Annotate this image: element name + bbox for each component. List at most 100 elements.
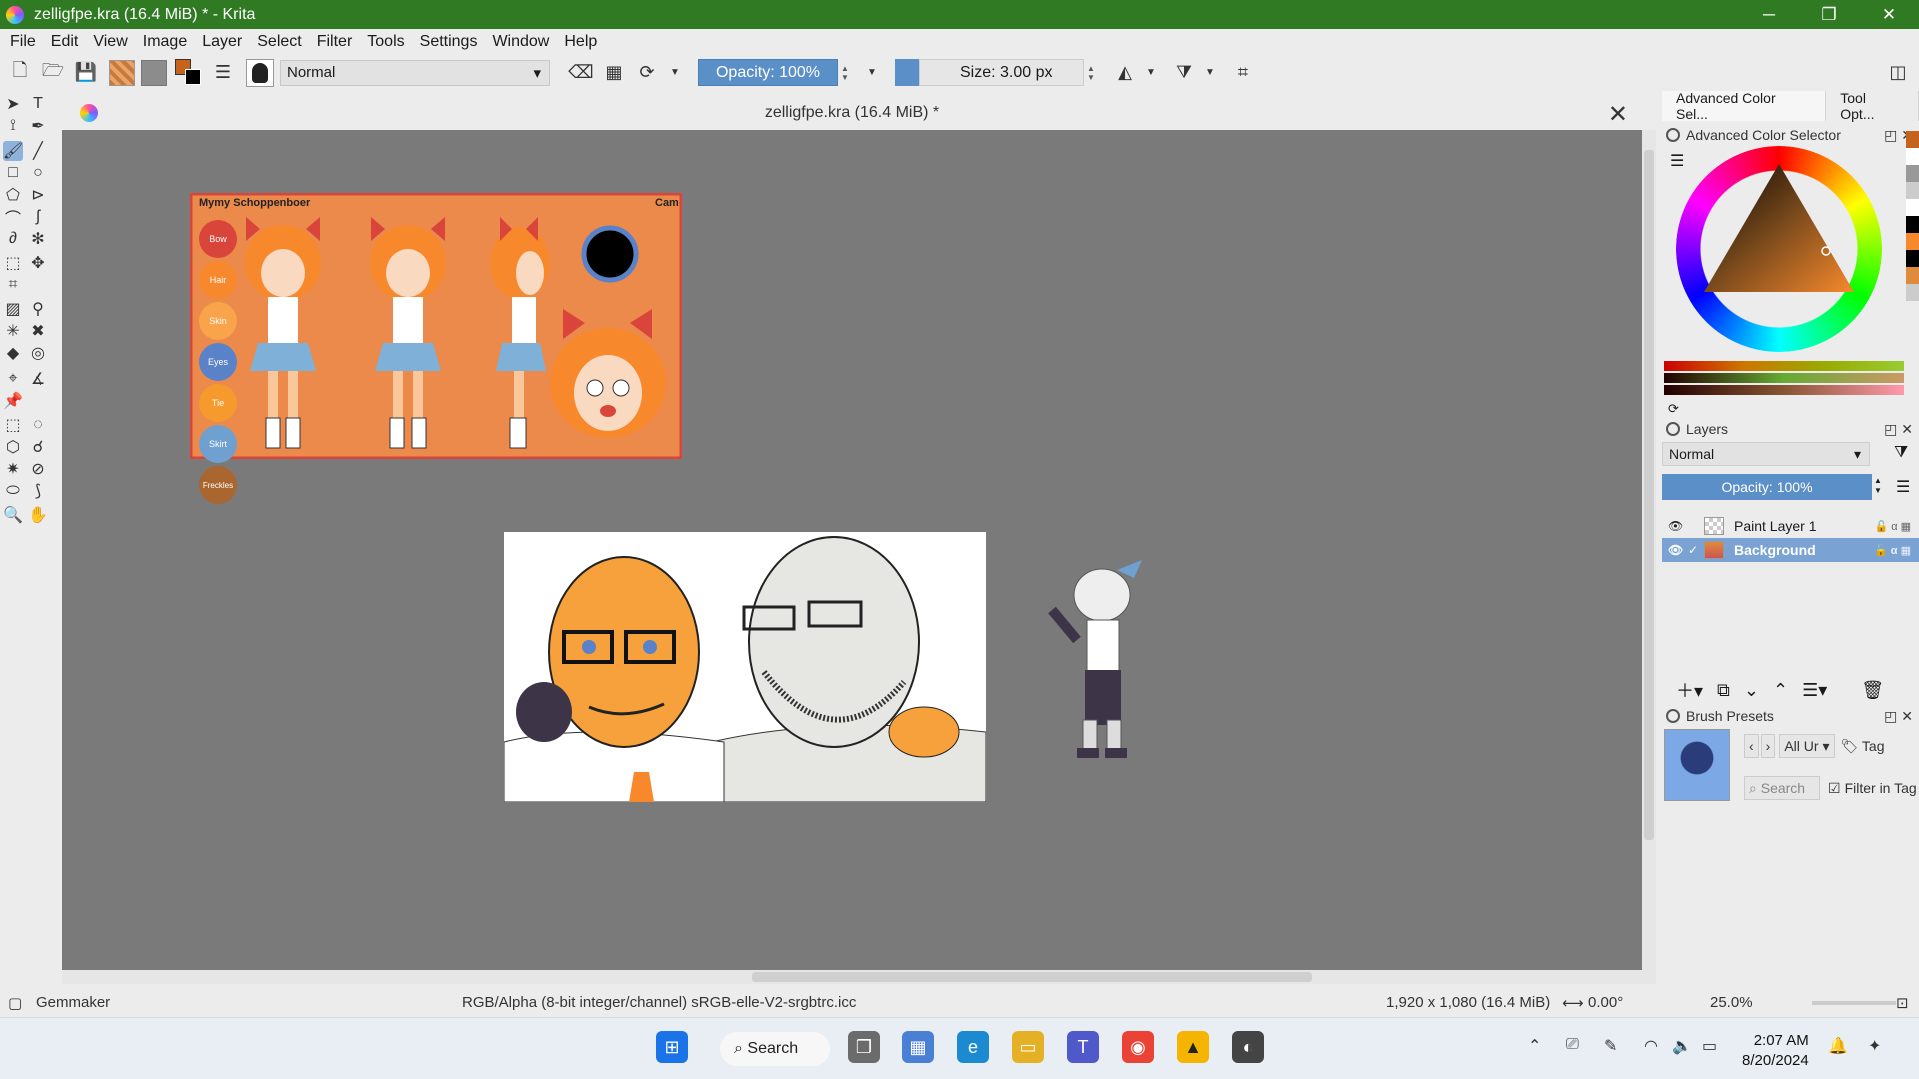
eraser-icon[interactable]: ⌫ [568,60,594,86]
size-slider-fill[interactable] [895,59,919,86]
wrap-around-icon[interactable]: ⌗ [1230,60,1256,86]
measure-tool-icon[interactable]: ∡ [28,369,48,389]
menu-image[interactable]: Image [143,33,187,51]
menu-tools[interactable]: Tools [367,33,404,51]
edit-shapes-icon[interactable]: ⟟ [3,116,23,136]
zoom-tool-icon[interactable]: 🔍 [3,505,23,525]
open-document-icon[interactable]: 🗁 [40,60,66,86]
dynamic-brush-icon[interactable]: ∂ [3,229,23,249]
wifi-icon[interactable]: ◠ [1644,1036,1658,1056]
pan-tool-icon[interactable]: ✋ [28,505,48,525]
reload-preset-icon[interactable]: ⟳ [634,60,660,86]
polygon-tool-icon[interactable]: ⬠ [3,185,23,205]
similar-select-icon[interactable]: ⊘ [28,459,48,479]
canvas[interactable]: Mymy Schoppenboer Cam Bow Hair Skin Eyes… [62,130,1642,970]
minimize-button[interactable]: ─ [1739,0,1799,29]
prev-tag-icon[interactable]: ‹ [1744,734,1759,758]
color-picker-icon[interactable]: ⚲ [28,299,48,319]
layers-close-icon[interactable]: ◰ ✕ [1884,421,1913,438]
ellipse-select-icon[interactable]: ◌ [28,415,48,435]
vertical-scrollbar[interactable] [1642,130,1656,970]
close-window-button[interactable]: ✕ [1859,0,1919,29]
brush-preset-item[interactable] [1664,729,1730,801]
tab-advanced-color-selector[interactable]: Advanced Color Sel... [1662,90,1827,122]
color-history-strip[interactable] [1906,131,1919,301]
notification-icon[interactable]: 🔔 [1828,1036,1848,1056]
layer-lock-alpha-icons[interactable]: 🔓 α ▦ [1874,520,1911,533]
move-layer-up-icon[interactable]: ⌃ [1773,680,1788,701]
mirror-v-dropdown-icon[interactable]: ▼ [1197,60,1223,86]
dock-layout-icon[interactable]: ◫ [1885,60,1911,86]
refresh-colors-icon[interactable]: ⟳ [1668,401,1679,417]
bezier-tool-icon[interactable]: ⌒ [3,207,23,228]
size-slider[interactable]: Size: 3.00 px [919,59,1084,86]
chrome-icon[interactable]: ◉ [1122,1031,1154,1063]
taskbar-clock[interactable]: 2:07 AM 8/20/2024 [1742,1031,1809,1071]
cast-icon[interactable]: ⎚ [1566,1036,1579,1054]
gradient-pattern-swatch[interactable] [109,59,135,86]
freehand-path-icon[interactable]: ʃ [28,207,48,227]
menu-view[interactable]: View [93,33,127,51]
fill-tool-icon[interactable]: ◆ [3,343,23,363]
freehand-brush-icon[interactable]: 🖌 [3,141,23,161]
battery-icon[interactable]: ▭ [1702,1036,1717,1056]
brush-preset-thumbnail[interactable] [246,58,274,87]
layer-opacity-slider[interactable]: Opacity: 100% [1662,474,1872,500]
document-tab[interactable]: zelligfpe.kra (16.4 MiB) * ✕ [62,96,1642,130]
mirror-h-dropdown-icon[interactable]: ▼ [1138,60,1164,86]
move-tool-icon[interactable]: ✥ [28,253,48,273]
copilot-icon[interactable]: ✦ [1868,1036,1881,1056]
tab-tool-options[interactable]: Tool Opt... [1826,90,1919,122]
brush-settings-icon[interactable]: ☰ [210,60,236,86]
mirror-horizontal-icon[interactable]: ◭ [1112,60,1138,86]
menu-select[interactable]: Select [257,33,301,51]
multibrush-icon[interactable]: ✻ [28,229,48,249]
layer-row-background[interactable]: 👁 ✓ Background 🔓 α ▦ [1662,538,1919,562]
line-tool-icon[interactable]: ╱ [28,141,48,161]
vlc-icon[interactable]: ▲ [1177,1031,1209,1063]
layer-options-icon[interactable]: ☰ [1896,477,1910,497]
bezier-select-icon[interactable]: ⬭ [3,481,23,501]
gradient-tool-icon[interactable]: ▨ [3,299,23,319]
menu-settings[interactable]: Settings [420,33,478,51]
enclose-fill-icon[interactable]: ◎ [28,343,48,363]
visibility-eye-icon[interactable]: 👁 [1668,543,1688,557]
fit-view-icon[interactable]: ⊡ [1896,994,1909,1012]
brush-filter-dropdown[interactable]: All Ur ▾ [1779,734,1835,758]
brush-search-input[interactable]: ⌕ Search [1744,776,1820,800]
rotation-icon[interactable]: ⟷ [1562,994,1584,1012]
tag-button[interactable]: 🏷 Tag [1841,738,1885,755]
rect-select-icon[interactable]: ⬚ [3,415,23,435]
magnetic-select-icon[interactable]: ⟆ [28,481,48,501]
file-explorer-icon[interactable]: ▭ [1012,1031,1044,1063]
transform-tool-icon[interactable]: ⬚ [3,253,23,273]
ellipse-tool-icon[interactable]: ○ [28,163,48,183]
store-icon[interactable]: ▦ [902,1031,934,1063]
opacity-spinner[interactable]: ▲ ▼ [838,59,852,86]
layer-row-paint-layer-1[interactable]: 👁 Paint Layer 1 🔓 α ▦ [1662,514,1919,538]
polygon-select-icon[interactable]: ⬡ [3,437,23,457]
volume-icon[interactable]: 🔈 [1672,1036,1692,1056]
filter-in-tag-checkbox[interactable]: ☑ [1828,780,1841,797]
zoom-level[interactable]: 25.0% [1710,994,1753,1011]
smart-patch-icon[interactable]: ✳ [3,321,23,341]
delete-layer-icon[interactable]: 🗑 [1861,680,1884,701]
menu-filter[interactable]: Filter [317,33,353,51]
polyline-tool-icon[interactable]: ⊳ [28,185,48,205]
preserve-alpha-icon[interactable]: ▦ [601,60,627,86]
opacity-slider[interactable]: Opacity: 100% [698,59,838,86]
rotation-value[interactable]: 0.00° [1588,994,1623,1011]
size-spinner[interactable]: ▲ ▼ [1084,59,1098,86]
blend-mode-dropdown[interactable]: Normal ▾ [280,59,550,86]
contiguous-select-icon[interactable]: ✷ [3,459,23,479]
fg-bg-color-swatch[interactable] [175,58,203,87]
maximize-button[interactable]: ❐ [1799,0,1859,29]
menu-edit[interactable]: Edit [51,33,79,51]
taskbar-search[interactable]: ⌕ Search [720,1032,830,1066]
assistant-tool-icon[interactable]: ✖ [28,321,48,341]
color-slider-hue[interactable] [1664,361,1904,371]
reload-dropdown-icon[interactable]: ▼ [662,60,688,86]
menu-window[interactable]: Window [492,33,549,51]
layer-opacity-spinner[interactable]: ▲ ▼ [1874,476,1882,496]
image-dimensions[interactable]: 1,920 x 1,080 (16.4 MiB) [1386,994,1550,1011]
